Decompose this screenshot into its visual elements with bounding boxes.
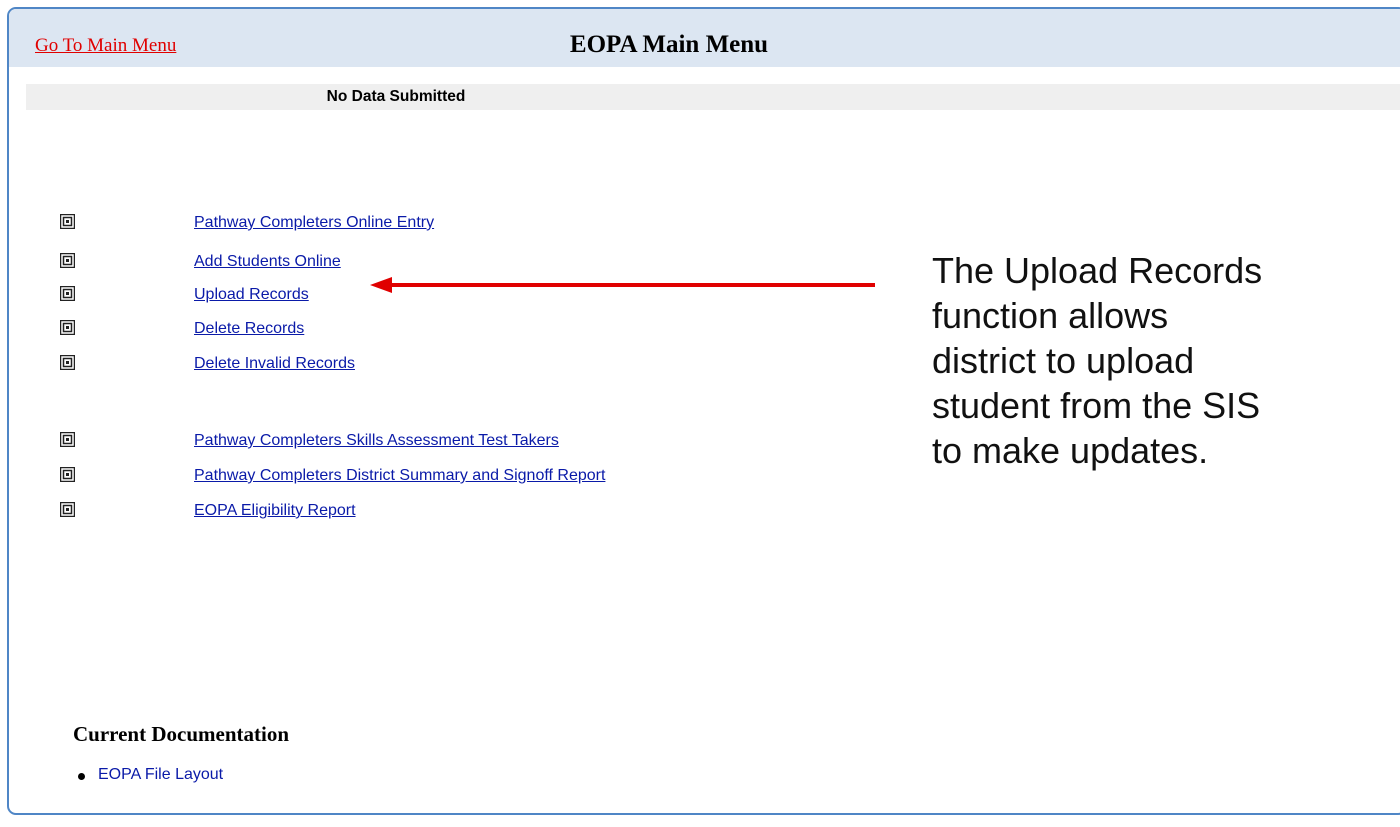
bullet-icon	[78, 773, 85, 780]
menu-square-icon	[60, 214, 75, 229]
status-bar: No Data Submitted	[26, 84, 1400, 110]
menu-link-label[interactable]: EOPA Eligibility Report	[194, 502, 356, 520]
menu-link-label[interactable]: Delete Records	[194, 320, 304, 338]
menu-link-label[interactable]: Add Students Online	[194, 253, 341, 271]
menu-square-icon	[60, 253, 75, 268]
menu-link-label[interactable]: Pathway Completers Online Entry	[194, 214, 434, 232]
eopa-file-layout-link[interactable]: EOPA File Layout	[98, 766, 223, 784]
menu-square-icon	[60, 432, 75, 447]
go-to-main-menu-link[interactable]: Go To Main Menu	[35, 35, 176, 57]
menu-square-icon	[60, 320, 75, 335]
menu-square-icon	[60, 355, 75, 370]
menu-square-icon	[60, 467, 75, 482]
menu-link-label[interactable]: Delete Invalid Records	[194, 355, 355, 373]
menu-square-icon	[60, 502, 75, 517]
menu-link-label[interactable]: Pathway Completers Skills Assessment Tes…	[194, 432, 559, 450]
status-text: No Data Submitted	[326, 88, 466, 105]
arrow-left-icon	[370, 277, 875, 293]
menu-link-label[interactable]: Upload Records	[194, 286, 309, 304]
menu-square-icon	[60, 286, 75, 301]
page-title: EOPA Main Menu	[569, 31, 769, 58]
callout-annotation: The Upload Records function allows distr…	[932, 250, 1263, 471]
menu-link-label[interactable]: Pathway Completers District Summary and …	[194, 467, 605, 485]
header-bar: Go To Main Menu EOPA Main Menu	[9, 9, 1400, 67]
documentation-heading: Current Documentation	[73, 722, 290, 746]
